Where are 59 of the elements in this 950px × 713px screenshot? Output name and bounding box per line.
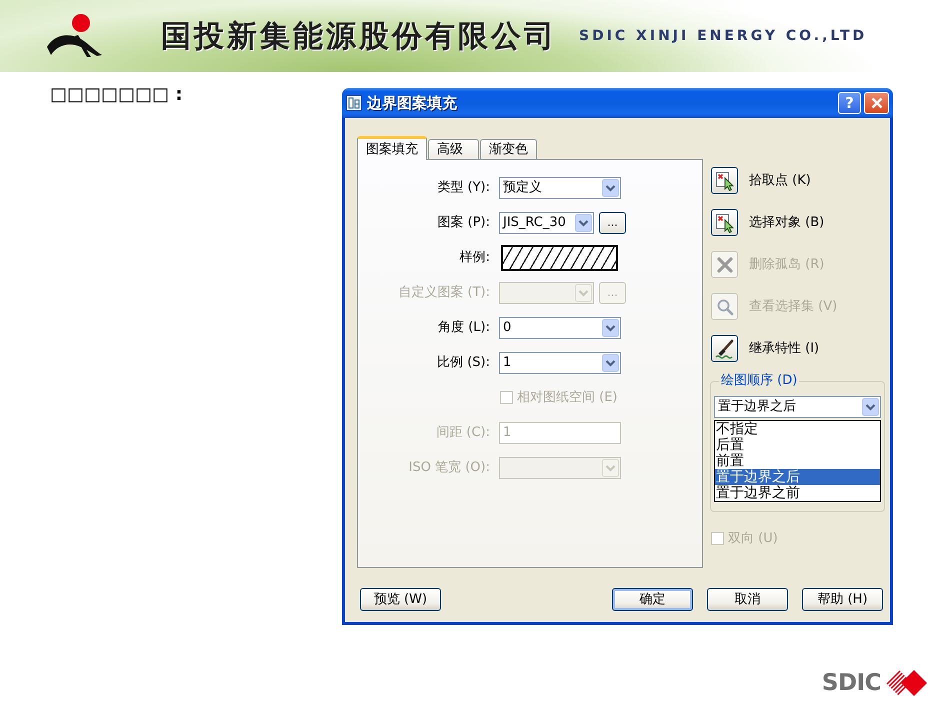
tool-label: 查看选择集 (V) [749,298,838,316]
search-icon [716,298,734,316]
chevron-down-icon [862,398,879,416]
dialog-button[interactable]: 预览 (W) [360,588,441,611]
chevron-down-icon [575,284,592,302]
tool-button[interactable] [711,167,738,194]
field-label: ISO 笔宽 (O): [408,458,490,477]
brush-icon [714,338,734,358]
dropdown-option[interactable]: 置于边界之前 [715,485,880,501]
dropdown[interactable]: 0 [499,316,621,338]
field-label: 自定义图案 (T): [397,284,490,302]
dropdown[interactable]: 1 [499,352,621,374]
dropdown[interactable]: JIS_RC_30 [499,212,594,234]
group-label: 绘图顺序 (D) [719,373,800,389]
field-label: 角度 (L): [437,318,490,337]
tool-label: 拾取点 (K) [749,172,811,190]
tool-label: 选择对象 (B) [749,214,824,232]
window-title: 边界图案填充 [367,92,457,114]
close-icon [870,97,882,109]
chevron-down-icon [602,178,619,196]
browse-button[interactable]: ... [599,212,626,234]
company-name: 国投新集能源股份有限公司 [161,20,557,52]
checkbox-label: 相对图纸空间 (E) [517,388,618,407]
chevron-down-icon [575,214,592,232]
tab[interactable]: 渐变色 [480,139,537,159]
chevron-down-icon [602,354,619,372]
tab[interactable]: 图案填充 [357,136,427,160]
dropdown[interactable]: 置于边界之后 [714,396,881,418]
field-label: 比例 (S): [436,354,490,372]
cross-icon [716,256,734,274]
diamond-logo-icon [884,669,928,697]
company-name-en: SDIC XINJI ENERGY CO.,LTD [579,26,868,46]
logo-text: SDIC [822,670,881,696]
dialog-button[interactable]: 帮助 (H) [802,588,883,611]
logo-icon [45,13,103,59]
pointer-icon [714,212,734,232]
dropdown-option[interactable]: 不指定 [715,421,880,437]
tool-label: 继承特性 (I) [749,340,820,358]
app-icon [346,95,362,111]
close-button[interactable] [864,92,889,114]
tool-button[interactable] [711,335,738,362]
dropdown-option[interactable]: 置于边界之后 [715,469,880,485]
dialog-button[interactable]: 取消 [707,588,788,611]
heading: □□□□□□□ : [50,85,183,105]
dropdown-option[interactable]: 前置 [715,453,880,469]
tool-label: 删除孤岛 (R) [749,256,824,274]
dropdown-option[interactable]: 后置 [715,437,880,453]
tool-button[interactable] [711,209,738,236]
field-label: 间距 (C): [435,424,490,442]
chevron-down-icon [602,318,619,336]
dropdown[interactable]: 预定义 [499,176,621,198]
pointer-icon [714,170,734,190]
checkbox-label: 双向 (U) [728,530,778,548]
chevron-down-icon [602,458,619,476]
field-label: 图案 (P): [436,214,490,232]
dialog-button[interactable]: 确定 [612,588,693,611]
field-label: 类型 (Y): [436,178,490,197]
field-label: 样例: [458,248,490,267]
tab[interactable]: 高级 [428,139,479,159]
